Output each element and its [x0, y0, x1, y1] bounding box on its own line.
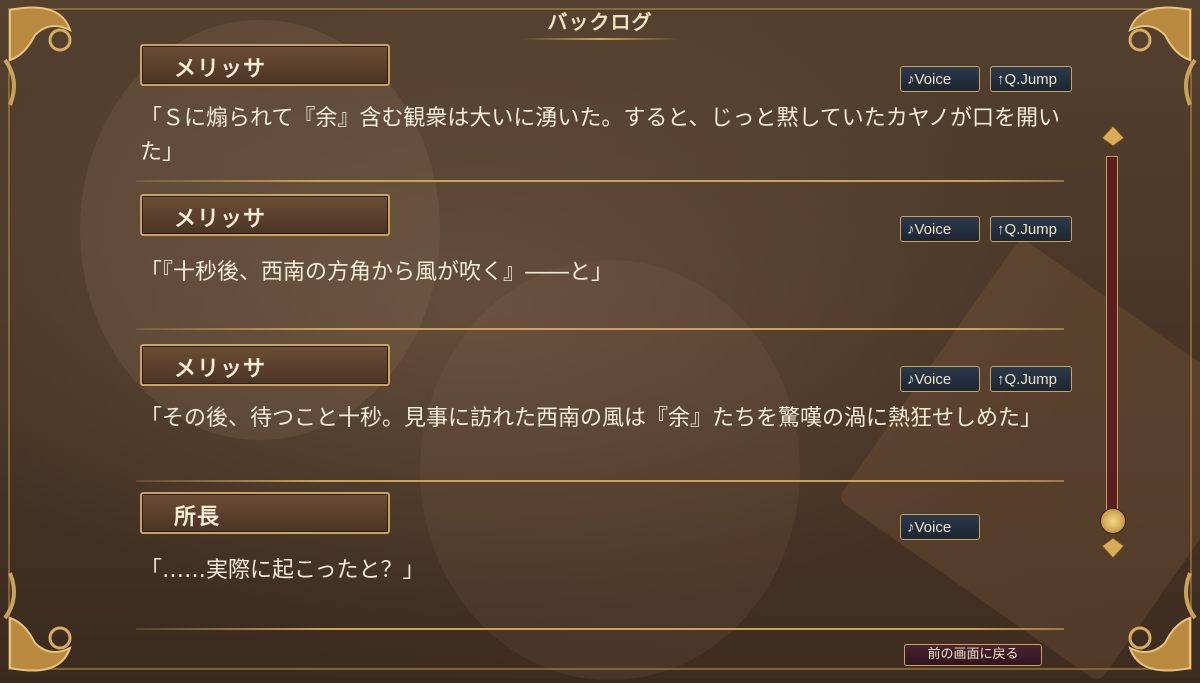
- corner-ornament-bottom-left: [0, 568, 120, 678]
- speaker-nameplate: メリッサ: [140, 194, 390, 236]
- voice-replay-button[interactable]: ♪Voice: [900, 514, 980, 540]
- quick-jump-button[interactable]: ↑Q.Jump: [990, 366, 1072, 392]
- speaker-name: メリッサ: [174, 57, 267, 82]
- scroll-up-arrow-icon[interactable]: [1100, 124, 1126, 148]
- scrollbar-thumb[interactable]: [1100, 508, 1126, 534]
- entry-divider: [136, 180, 1064, 182]
- title-underline: [520, 38, 680, 40]
- voice-replay-button[interactable]: ♪Voice: [900, 366, 980, 392]
- speaker-name: メリッサ: [174, 207, 267, 232]
- log-entry: メリッサ ♪Voice ↑Q.Jump 「Ｓに煽られて『余』含む観衆は大いに湧い…: [136, 44, 1076, 194]
- backlog-title: バックログ: [520, 6, 680, 44]
- speaker-nameplate: 所長: [140, 492, 390, 534]
- scroll-down-arrow-icon[interactable]: [1100, 536, 1126, 560]
- speaker-nameplate: メリッサ: [140, 44, 390, 86]
- corner-ornament-top-right: [1080, 0, 1200, 110]
- corner-ornament-bottom-right: [1080, 568, 1200, 678]
- back-to-previous-screen-button[interactable]: 前の画面に戻る: [904, 644, 1042, 666]
- dialog-text: 「その後、待つこと十秒。見事に訪れた西南の風は『余』たちを驚嘆の渦に熱狂せしめた…: [140, 406, 1043, 431]
- log-entry: 所長 ♪Voice 「……実際に起こったと？」: [136, 492, 1076, 642]
- voice-replay-button[interactable]: ♪Voice: [900, 216, 980, 242]
- page-title: バックログ: [547, 10, 653, 34]
- speaker-nameplate: メリッサ: [140, 344, 390, 386]
- log-entry: メリッサ ♪Voice ↑Q.Jump 「『十秒後、西南の方角から風が吹く』――…: [136, 194, 1076, 344]
- speaker-name: 所長: [174, 505, 221, 530]
- log-entry: メリッサ ♪Voice ↑Q.Jump 「その後、待つこと十秒。見事に訪れた西南…: [136, 344, 1076, 494]
- speaker-name: メリッサ: [174, 357, 267, 382]
- quick-jump-button[interactable]: ↑Q.Jump: [990, 216, 1072, 242]
- quick-jump-button[interactable]: ↑Q.Jump: [990, 66, 1072, 92]
- voice-replay-button[interactable]: ♪Voice: [900, 66, 980, 92]
- scrollbar-track[interactable]: [1106, 156, 1118, 516]
- dialog-text: 「Ｓに煽られて『余』含む観衆は大いに湧いた。すると、じっと黙していたカヤノが口を…: [140, 106, 1061, 165]
- entry-divider: [136, 480, 1064, 482]
- dialog-text: 「『十秒後、西南の方角から風が吹く』――と」: [140, 260, 614, 285]
- entry-divider: [136, 328, 1064, 330]
- dialog-text: 「……実際に起こったと？」: [140, 558, 425, 583]
- corner-ornament-top-left: [0, 0, 120, 110]
- entry-divider: [136, 628, 1064, 630]
